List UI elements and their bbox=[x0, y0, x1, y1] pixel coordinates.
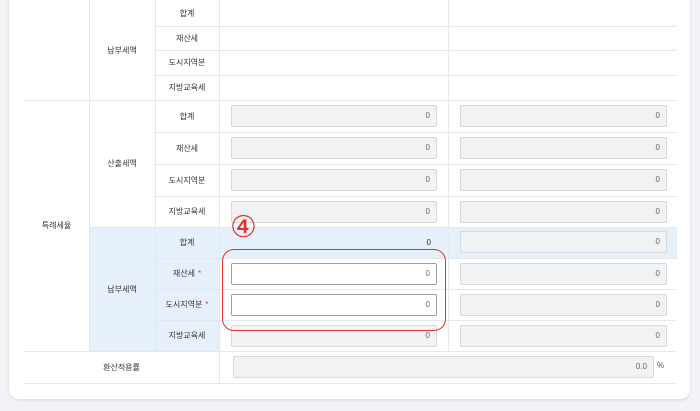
pay-row-label-text: 재산세 bbox=[172, 269, 195, 278]
row-divider bbox=[155, 26, 677, 27]
row-divider bbox=[155, 75, 677, 76]
pay-row-label: 합계 bbox=[179, 238, 195, 247]
row-divider bbox=[155, 164, 677, 165]
conversion-rate-label: 환산적용률 bbox=[103, 362, 140, 372]
row-divider bbox=[155, 196, 677, 197]
section-a-row-label: 재산세 bbox=[175, 33, 199, 43]
calc-urban-area-field-2: 0 bbox=[460, 169, 667, 191]
row-divider bbox=[155, 50, 677, 51]
pay-row-label: 재산세 * bbox=[155, 258, 219, 289]
calc-row-label: 합계 bbox=[179, 111, 195, 121]
section-a-row-label: 지방교육세 bbox=[168, 83, 206, 92]
calc-row-label: 도시지역분 bbox=[168, 175, 206, 185]
percent-unit: % bbox=[657, 361, 665, 370]
pay-property-tax-field-2: 0 bbox=[460, 263, 667, 285]
callout-number-4: ④ bbox=[230, 210, 257, 245]
section-a-group-label: 납부세액 bbox=[107, 45, 137, 55]
pay-urban-area-field-2: 0 bbox=[460, 294, 667, 316]
row-divider bbox=[155, 132, 677, 133]
required-mark: * bbox=[205, 300, 209, 309]
col-divider bbox=[448, 0, 449, 351]
pay-education-tax-field-2: 0 bbox=[460, 325, 667, 347]
col-divider bbox=[219, 0, 220, 383]
pay-row-label: 지방교육세 bbox=[168, 331, 206, 340]
pay-sum-field-2: 0 bbox=[460, 231, 667, 253]
pay-row-label-text: 도시지역분 bbox=[165, 300, 203, 309]
conversion-rate-field: 0.0 bbox=[233, 356, 654, 378]
calc-sum-field-2: 0 bbox=[460, 105, 667, 127]
section-a-row-label: 도시지역분 bbox=[168, 58, 206, 67]
calc-row-label: 지방교육세 bbox=[168, 207, 206, 216]
calc-sum-field-1: 0 bbox=[231, 105, 437, 127]
calc-row-label: 재산세 bbox=[175, 143, 199, 153]
calc-education-tax-field-1: 0 bbox=[231, 201, 437, 223]
calc-property-tax-field-1: 0 bbox=[231, 137, 437, 159]
calc-urban-area-field-1: 0 bbox=[231, 169, 437, 191]
calc-group-label: 산출세액 bbox=[107, 159, 137, 168]
callout-highlight-box bbox=[222, 249, 446, 331]
required-mark: * bbox=[197, 269, 202, 278]
pay-row-label: 도시지역분 * bbox=[155, 289, 219, 320]
calc-property-tax-field-2: 0 bbox=[460, 137, 667, 159]
section-a-row-label: 합계 bbox=[179, 8, 195, 18]
special-rate-title: 특례세율 bbox=[41, 221, 72, 230]
calc-education-tax-field-2: 0 bbox=[460, 201, 667, 223]
pay-group-label: 납부세액 bbox=[107, 284, 137, 294]
row-divider bbox=[24, 383, 677, 384]
